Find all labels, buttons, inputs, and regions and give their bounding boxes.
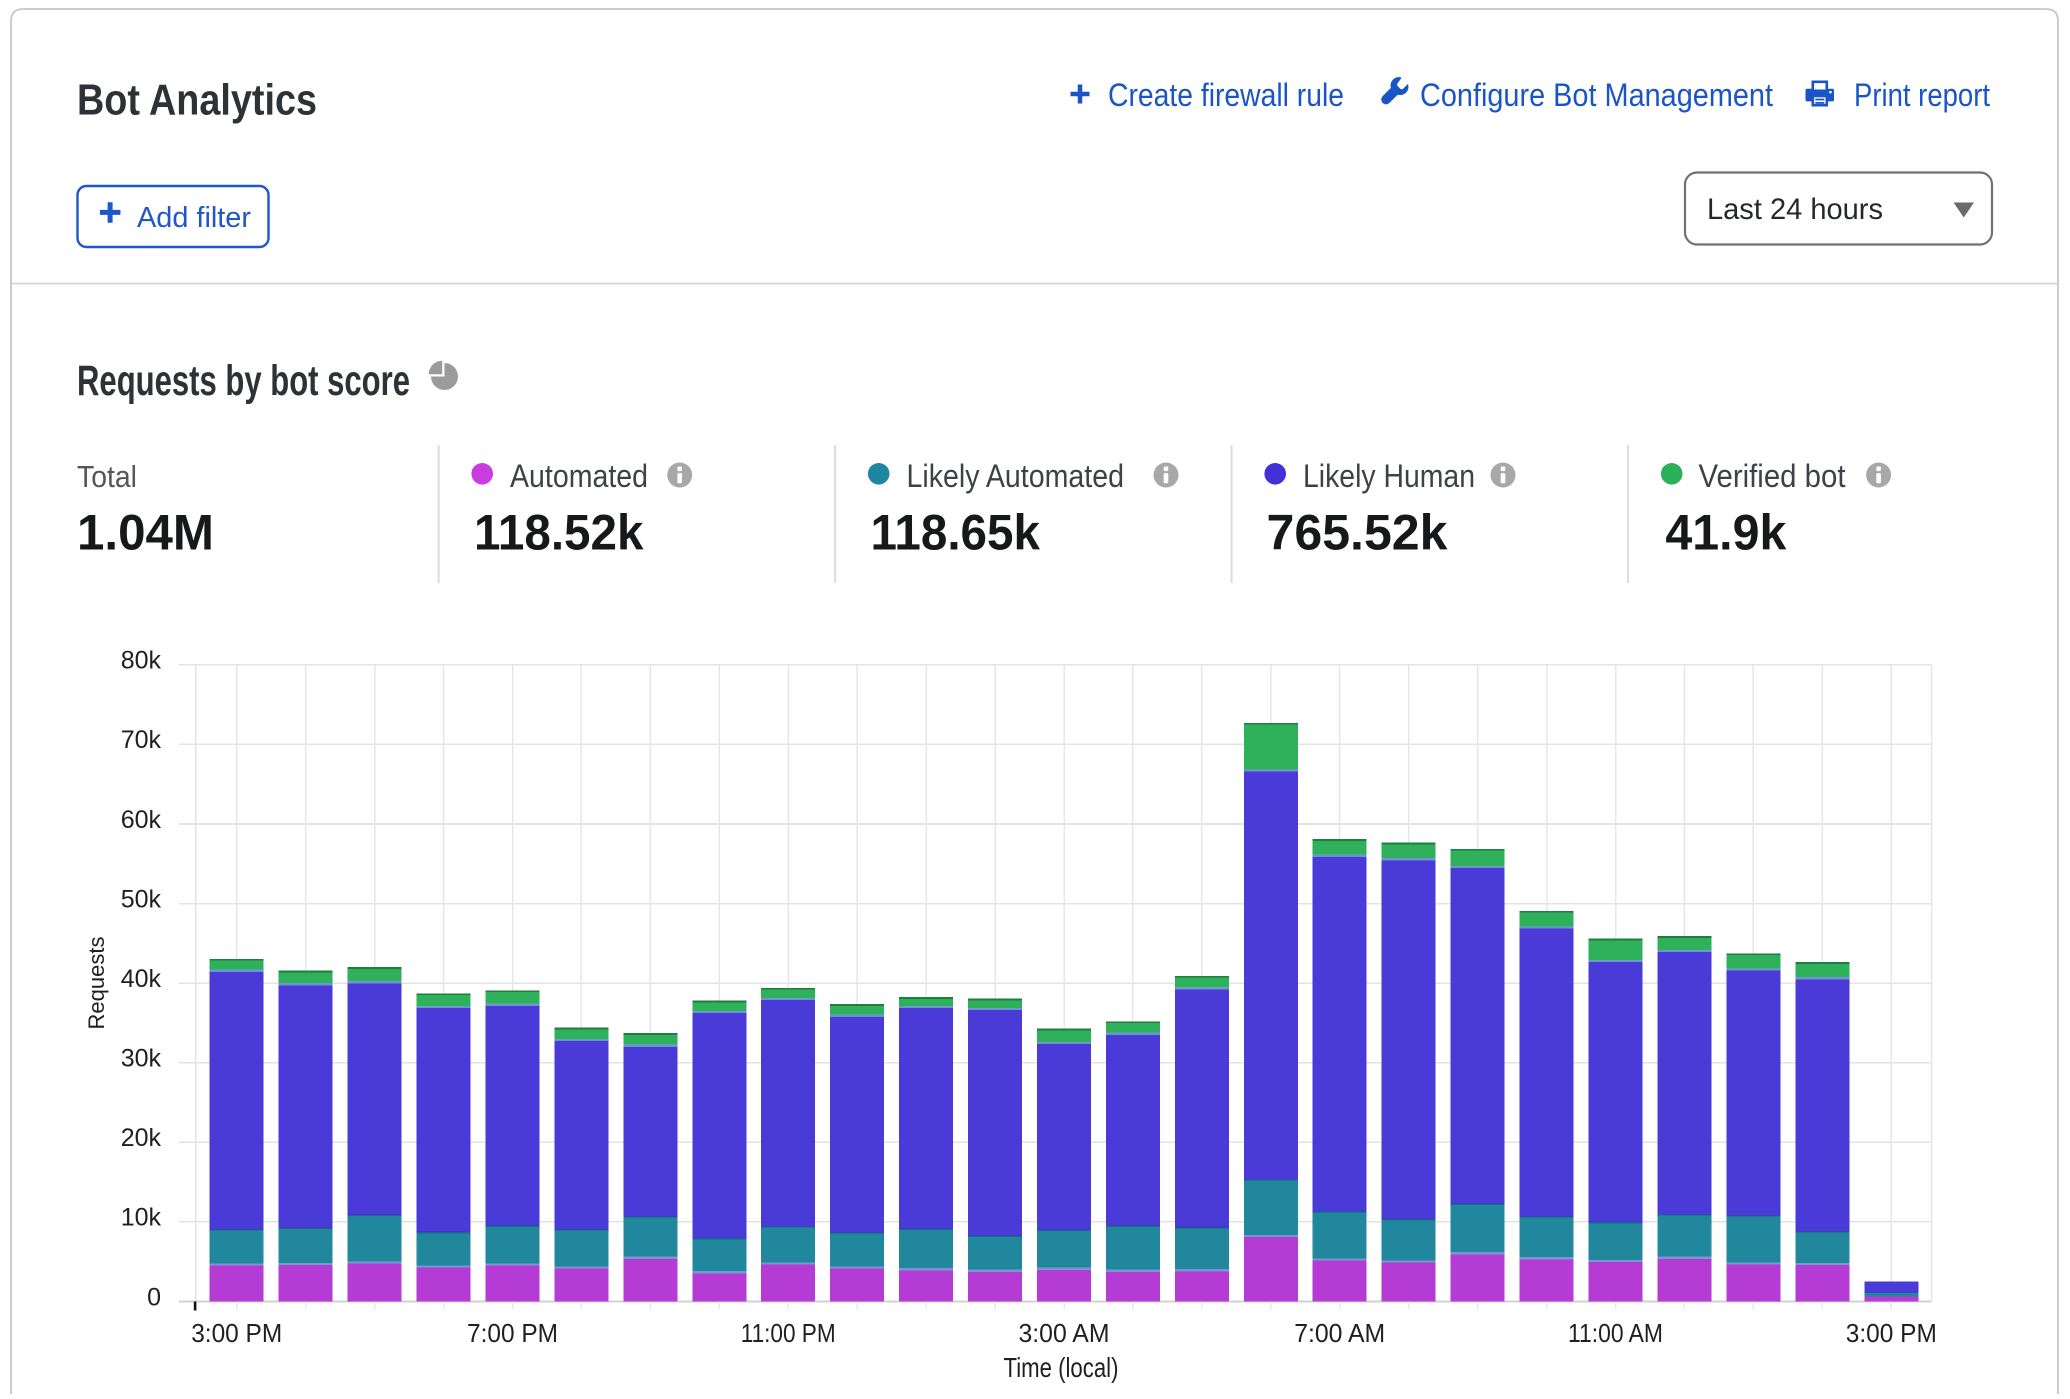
svg-text:Create firewall rule: Create firewall rule — [1108, 77, 1344, 113]
svg-text:11:00 AM: 11:00 AM — [1568, 1318, 1663, 1348]
svg-text:40k: 40k — [121, 965, 162, 993]
svg-text:60k: 60k — [121, 806, 162, 834]
svg-text:50k: 50k — [121, 885, 162, 913]
svg-text:80k: 80k — [121, 647, 162, 675]
svg-text:Bot Analytics: Bot Analytics — [77, 76, 317, 125]
svg-text:Likely Automated: Likely Automated — [907, 458, 1125, 494]
svg-text:0: 0 — [147, 1283, 161, 1311]
svg-text:70k: 70k — [121, 726, 162, 754]
svg-text:7:00 AM: 7:00 AM — [1294, 1318, 1385, 1348]
svg-text:41.9k: 41.9k — [1665, 505, 1786, 561]
svg-text:Verified bot: Verified bot — [1699, 458, 1846, 494]
svg-text:Print report: Print report — [1854, 77, 1990, 113]
svg-text:Configure Bot Management: Configure Bot Management — [1420, 77, 1773, 113]
svg-text:7:00 PM: 7:00 PM — [467, 1318, 558, 1348]
svg-text:10k: 10k — [121, 1204, 162, 1232]
svg-text:Likely Human: Likely Human — [1303, 458, 1475, 494]
svg-text:Automated: Automated — [510, 458, 648, 494]
svg-text:3:00 AM: 3:00 AM — [1019, 1318, 1110, 1348]
svg-text:Total: Total — [77, 459, 137, 494]
svg-text:Last 24 hours: Last 24 hours — [1707, 193, 1883, 226]
svg-text:1.04M: 1.04M — [77, 505, 214, 561]
svg-text:Requests by bot score: Requests by bot score — [77, 357, 410, 405]
svg-text:118.65k: 118.65k — [871, 505, 1041, 561]
svg-text:3:00 PM: 3:00 PM — [1846, 1318, 1937, 1348]
svg-text:Time (local): Time (local) — [1004, 1352, 1119, 1383]
svg-text:765.52k: 765.52k — [1267, 505, 1448, 561]
svg-text:Requests: Requests — [84, 937, 109, 1030]
svg-text:3:00 PM: 3:00 PM — [191, 1318, 282, 1348]
svg-text:11:00 PM: 11:00 PM — [741, 1318, 836, 1348]
svg-text:30k: 30k — [121, 1045, 162, 1073]
svg-text:118.52k: 118.52k — [474, 505, 644, 561]
svg-text:20k: 20k — [121, 1124, 162, 1152]
svg-text:Add filter: Add filter — [137, 202, 251, 234]
